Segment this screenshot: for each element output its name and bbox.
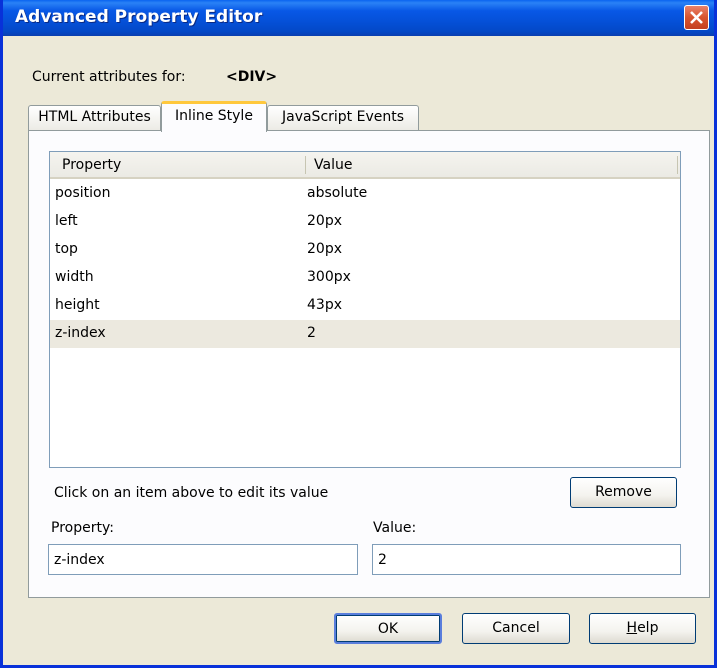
row-value: 300px	[307, 269, 351, 285]
current-tag: <DIV>	[226, 69, 278, 85]
help-mnemonic: H	[626, 620, 638, 636]
help-button[interactable]: Help	[589, 613, 696, 644]
row-value: absolute	[307, 185, 368, 201]
edit-hint: Click on an item above to edit its value	[54, 485, 329, 501]
column-header-property[interactable]: Property	[62, 157, 121, 173]
row-property: z-index	[55, 325, 106, 341]
table-row[interactable]: width 300px	[50, 264, 680, 292]
tab-html-attributes[interactable]: HTML Attributes	[28, 105, 161, 130]
row-property: left	[55, 213, 78, 229]
column-divider[interactable]	[677, 156, 678, 174]
window-title: Advanced Property Editor	[15, 7, 263, 27]
property-grid[interactable]: Property Value position absolute left 20…	[49, 151, 681, 468]
property-label: Property:	[51, 520, 114, 536]
tab-strip-line	[28, 130, 710, 131]
value-input[interactable]	[372, 544, 681, 575]
remove-button[interactable]: Remove	[570, 477, 677, 508]
table-row[interactable]: top 20px	[50, 236, 680, 264]
title-bar[interactable]: Advanced Property Editor	[3, 0, 714, 36]
ok-button[interactable]: OK	[334, 613, 442, 644]
close-icon	[690, 11, 703, 24]
table-row-selected[interactable]: z-index 2	[50, 320, 680, 348]
current-attributes-label: Current attributes for:	[32, 69, 186, 85]
row-value: 20px	[307, 241, 342, 257]
row-property: height	[55, 297, 100, 313]
value-label: Value:	[373, 520, 417, 536]
row-property: position	[55, 185, 111, 201]
row-property: top	[55, 241, 78, 257]
row-value: 2	[307, 325, 316, 341]
column-divider[interactable]	[305, 156, 306, 174]
tab-inline-style[interactable]: Inline Style	[161, 101, 267, 132]
tab-javascript-events[interactable]: JavaScript Events	[267, 105, 419, 130]
column-header-value[interactable]: Value	[314, 157, 352, 173]
table-row[interactable]: height 43px	[50, 292, 680, 320]
grid-header: Property Value	[50, 152, 680, 179]
cancel-button[interactable]: Cancel	[462, 613, 570, 644]
property-input[interactable]	[48, 544, 358, 575]
row-property: width	[55, 269, 94, 285]
help-label-rest: elp	[637, 620, 659, 636]
close-button[interactable]	[684, 5, 709, 30]
row-value: 43px	[307, 297, 342, 313]
table-row[interactable]: position absolute	[50, 180, 680, 208]
table-row[interactable]: left 20px	[50, 208, 680, 236]
row-value: 20px	[307, 213, 342, 229]
